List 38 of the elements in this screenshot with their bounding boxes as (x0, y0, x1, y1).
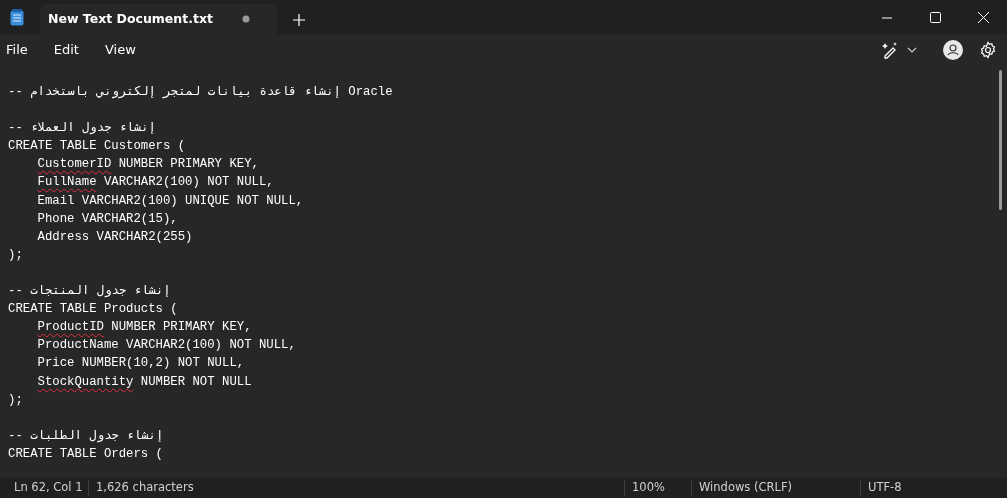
encoding: UTF-8 (867, 479, 903, 497)
code-line: FullName VARCHAR2(100) NOT NULL, (36, 174, 274, 192)
code-line: Address VARCHAR2(255) (36, 228, 193, 246)
chevron-down-icon (907, 47, 917, 53)
code-line: -- إنشاء جدول المنتجات (8, 283, 171, 301)
code-line: CREATE TABLE Products ( (8, 301, 178, 319)
copilot-button[interactable] (881, 41, 917, 59)
code-line: -- إنشاء قاعدة بيانات لمتجر إلكتروني باستخدام Oracle (8, 84, 393, 101)
zoom-level: 100% (631, 479, 666, 497)
menu-item[interactable]: Edit (47, 40, 89, 60)
code-line: ProductID NUMBER PRIMARY KEY, (36, 319, 252, 337)
maximize-icon (929, 12, 941, 23)
code-line: -- إنشاء جدول الطلبات (8, 427, 164, 445)
line-ending: Windows (CRLF) (698, 479, 793, 497)
code-line: -- إنشاء جدول العملاء (8, 120, 156, 138)
code-line: CustomerID NUMBER PRIMARY KEY, (36, 156, 259, 174)
tab[interactable]: New Text Document.txt (40, 4, 277, 34)
settings-icon[interactable] (979, 41, 997, 59)
notepad-icon (10, 9, 24, 26)
account-icon[interactable] (943, 40, 963, 60)
code-line: CREATE TABLE Orders ( (8, 445, 163, 463)
unsaved-dot-icon[interactable] (241, 14, 251, 24)
menu-item[interactable]: View (98, 40, 146, 60)
close-icon (977, 12, 989, 23)
plus-icon (293, 13, 305, 26)
code-line: ProductName VARCHAR2(100) NOT NULL, (36, 337, 296, 355)
code-line: ); (8, 391, 23, 409)
scrollbar-thumb[interactable] (999, 70, 1002, 210)
code-line: CREATE TABLE Customers ( (8, 138, 186, 156)
character-count: 1,626 characters (95, 479, 195, 497)
code-line: StockQuantity NUMBER NOT NULL (36, 373, 252, 391)
code-line: ); (8, 246, 23, 264)
code-line: Price NUMBER(10,2) NOT NULL, (36, 355, 245, 373)
cursor-position: Ln 62, Col 1 (13, 479, 84, 497)
pen-sparkle-icon (881, 41, 899, 59)
code-line: Email VARCHAR2(100) UNIQUE NOT NULL, (36, 192, 304, 210)
code-line: Phone VARCHAR2(15), (36, 210, 178, 228)
menu-item[interactable]: File (0, 40, 38, 60)
